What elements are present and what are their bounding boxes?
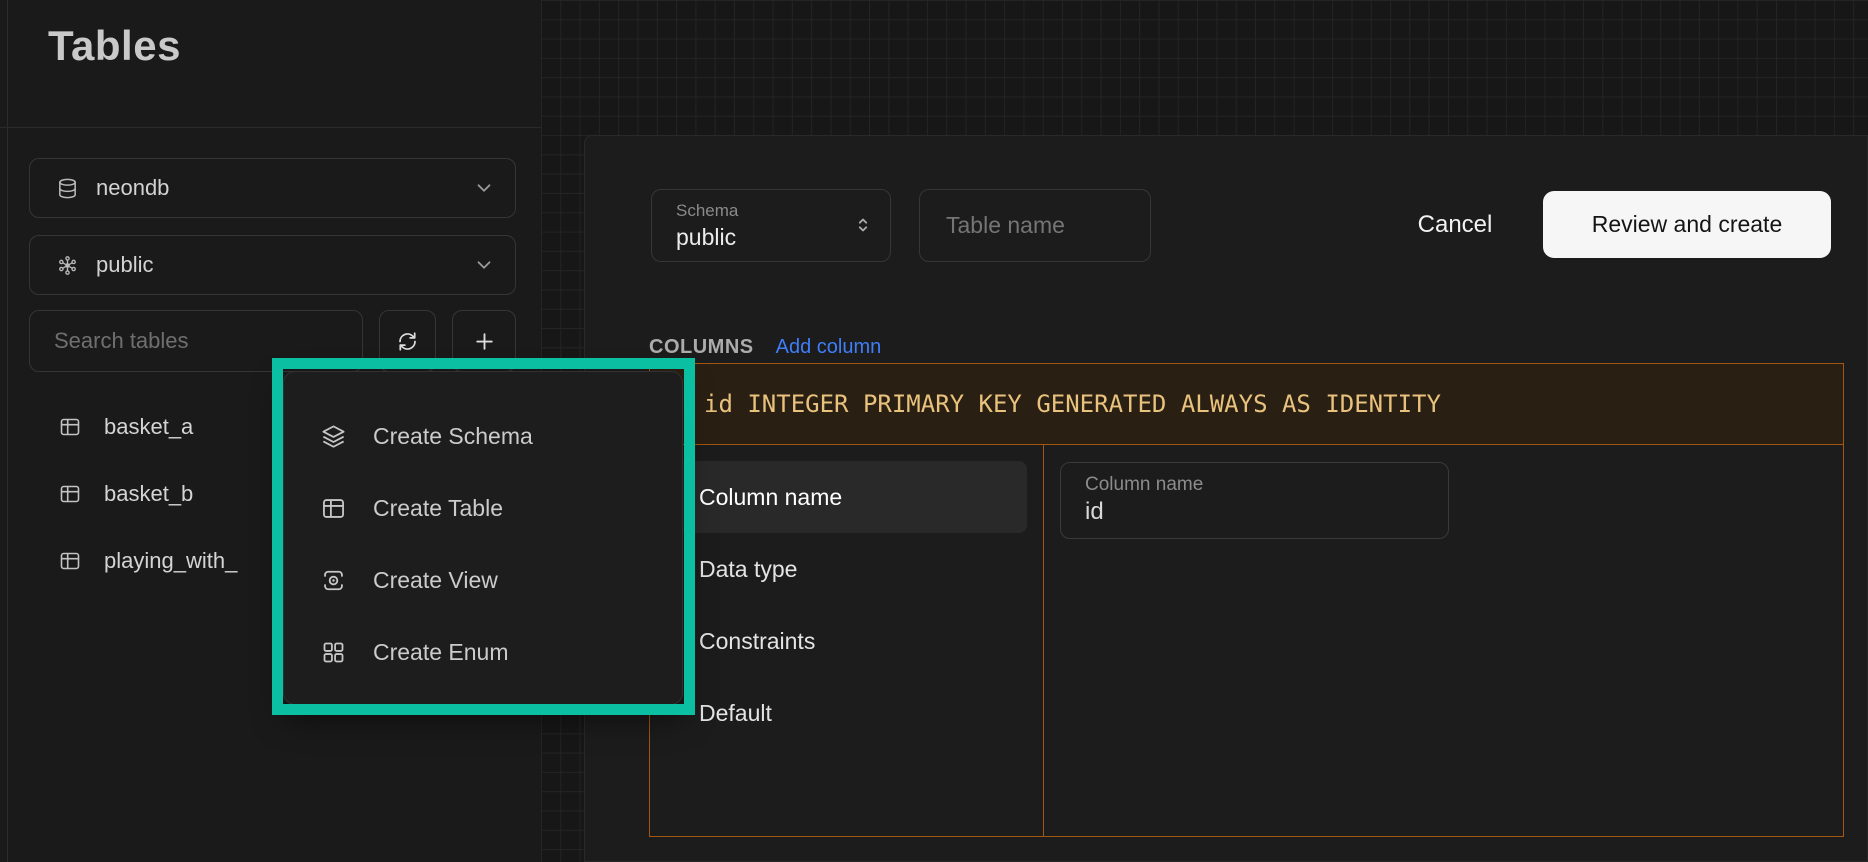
chevron-down-icon bbox=[473, 254, 495, 276]
column-editor-nav: Column name Data type Constraints Defaul… bbox=[650, 445, 1044, 837]
schema-select-value: public bbox=[96, 252, 473, 278]
refresh-icon bbox=[395, 329, 420, 354]
menu-item-label: Create Schema bbox=[373, 423, 533, 450]
schema-select[interactable]: public bbox=[29, 235, 516, 295]
grid-icon bbox=[320, 639, 347, 666]
table-icon bbox=[58, 549, 82, 573]
layers-icon bbox=[320, 423, 347, 450]
create-dropdown-menu: Create Schema Create Table Create View bbox=[283, 371, 683, 705]
schema-field-label: Schema bbox=[676, 201, 872, 221]
add-column-link[interactable]: Add column bbox=[776, 336, 882, 359]
menu-item-create-enum[interactable]: Create Enum bbox=[284, 616, 682, 688]
search-input[interactable] bbox=[29, 310, 363, 372]
menu-item-create-view[interactable]: Create View bbox=[284, 544, 682, 616]
menu-item-create-table[interactable]: Create Table bbox=[284, 472, 682, 544]
table-icon bbox=[58, 482, 82, 506]
columns-header-row: COLUMNS Add column bbox=[649, 332, 881, 362]
columns-section-label: COLUMNS bbox=[649, 336, 754, 359]
column-editor-body: Column name Data type Constraints Defaul… bbox=[650, 445, 1843, 837]
sidebar-divider bbox=[0, 127, 541, 128]
database-select-value: neondb bbox=[96, 175, 473, 201]
column-definition-row[interactable]: id INTEGER PRIMARY KEY GENERATED ALWAYS … bbox=[650, 364, 1843, 445]
table-icon bbox=[320, 495, 347, 522]
schema-field-value: public bbox=[676, 224, 872, 251]
cancel-button[interactable]: Cancel bbox=[1397, 189, 1513, 261]
refresh-button[interactable] bbox=[379, 310, 436, 372]
table-row-label: basket_a bbox=[104, 414, 193, 440]
column-name-input-value: id bbox=[1085, 498, 1432, 526]
column-editor-form: Column name id bbox=[1044, 445, 1843, 837]
nav-item-column-name[interactable]: Column name bbox=[662, 461, 1027, 533]
menu-item-label: Create View bbox=[373, 567, 498, 594]
table-icon bbox=[58, 415, 82, 439]
schema-field-select[interactable]: Schema public bbox=[651, 189, 891, 262]
add-table-button[interactable] bbox=[452, 310, 516, 372]
view-eye-icon bbox=[320, 567, 347, 594]
nav-item-data-type[interactable]: Data type bbox=[662, 533, 1027, 605]
create-table-panel: Schema public Cancel Review and create C… bbox=[584, 135, 1868, 862]
database-icon bbox=[56, 177, 79, 200]
nav-item-constraints[interactable]: Constraints bbox=[662, 605, 1027, 677]
column-editor-panel: id INTEGER PRIMARY KEY GENERATED ALWAYS … bbox=[649, 363, 1844, 837]
table-name-input[interactable] bbox=[919, 189, 1151, 262]
chevrons-updown-icon bbox=[852, 214, 874, 236]
chevron-down-icon bbox=[473, 177, 495, 199]
column-name-input[interactable]: Column name id bbox=[1060, 462, 1449, 539]
menu-item-label: Create Enum bbox=[373, 639, 509, 666]
column-name-input-label: Column name bbox=[1085, 474, 1432, 496]
database-select[interactable]: neondb bbox=[29, 158, 516, 218]
table-row-label: basket_b bbox=[104, 481, 193, 507]
review-and-create-button[interactable]: Review and create bbox=[1543, 191, 1831, 258]
table-row-label: playing_with_ bbox=[104, 548, 237, 574]
plus-icon bbox=[472, 329, 497, 354]
schema-molecule-icon bbox=[56, 254, 79, 277]
nav-item-default[interactable]: Default bbox=[662, 677, 1027, 749]
app-window: Tables neondb bbox=[0, 0, 1868, 862]
menu-item-label: Create Table bbox=[373, 495, 503, 522]
column-sql-text: id INTEGER PRIMARY KEY GENERATED ALWAYS … bbox=[650, 390, 1441, 418]
page-title: Tables bbox=[48, 22, 181, 70]
menu-item-create-schema[interactable]: Create Schema bbox=[284, 400, 682, 472]
